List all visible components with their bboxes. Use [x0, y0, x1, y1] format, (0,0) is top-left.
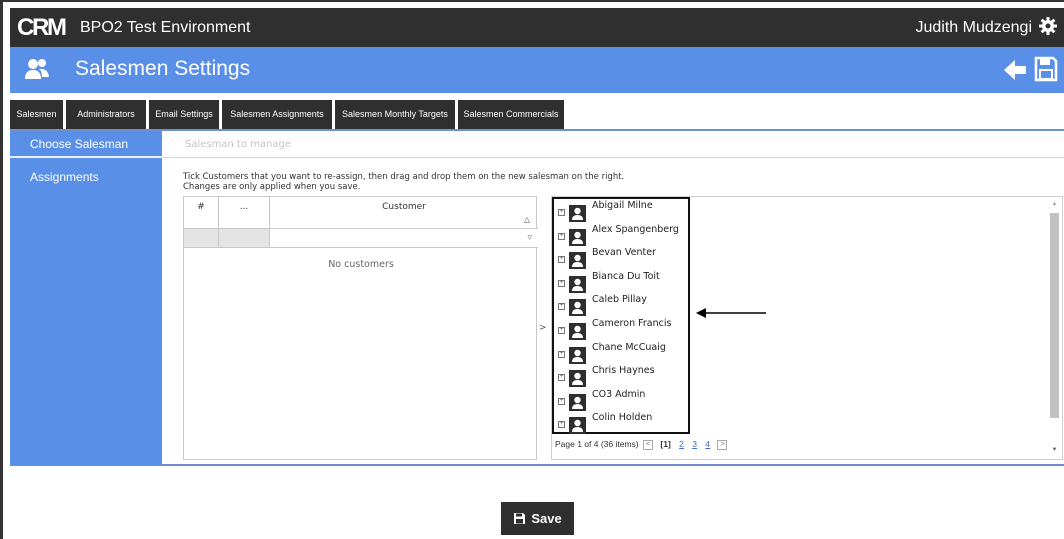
pager-page-link[interactable]: 2: [679, 439, 684, 449]
user-avatar-icon: [569, 370, 586, 388]
pager-current-page: [1]: [660, 439, 671, 449]
salesman-tree-item[interactable]: + Chane McCuaig: [554, 341, 688, 364]
tab-salesmen-assignments[interactable]: Salesmen Assignments: [222, 100, 332, 129]
tab-salesmen-monthly-targets[interactable]: Salesmen Monthly Targets: [335, 100, 455, 129]
user-avatar-icon: [569, 346, 586, 364]
salesman-search-input[interactable]: [162, 131, 562, 158]
filter-icon[interactable]: ▿: [527, 232, 532, 243]
annotation-arrow-icon: [696, 308, 766, 318]
salesman-input-row: [162, 131, 1064, 158]
pager-summary: Page 1 of 4 (36 items): [555, 439, 639, 449]
tab-salesmen[interactable]: Salesmen: [10, 100, 63, 129]
expand-icon[interactable]: +: [558, 303, 565, 311]
expand-icon[interactable]: +: [558, 350, 565, 358]
instructions-text: Tick Customers that you want to re-assig…: [183, 172, 624, 192]
column-header-number: #: [184, 197, 219, 229]
customer-grid: # ... Customer △ ▿ No customers: [183, 196, 538, 460]
save-button[interactable]: Save: [501, 502, 574, 535]
filter-cell-number: [184, 229, 219, 248]
svg-text:M: M: [47, 14, 67, 41]
salesman-name: Cameron Francis: [592, 318, 672, 329]
pager-next-icon[interactable]: >: [717, 439, 728, 450]
crm-logo-icon: C R M: [17, 14, 67, 41]
salesman-tree-item[interactable]: + Abigail Milne: [554, 199, 688, 222]
user-avatar-icon: [569, 275, 586, 293]
user-avatar-icon: [569, 417, 586, 435]
salesman-name: Chris Haynes: [592, 365, 655, 377]
salesman-tree-item[interactable]: + Colin Holden: [554, 411, 688, 435]
salesman-tree-item[interactable]: + Caleb Pillay: [554, 293, 688, 317]
back-arrow-icon[interactable]: [1002, 58, 1028, 82]
expand-icon[interactable]: +: [558, 397, 565, 405]
salesman-tree-item[interactable]: + Bevan Venter: [554, 246, 688, 270]
sidebar-item-choose-salesman[interactable]: Choose Salesman: [10, 131, 162, 158]
save-icon[interactable]: [1034, 56, 1058, 82]
customer-filter-input[interactable]: ▿: [270, 229, 538, 248]
user-avatar-icon: [569, 299, 586, 317]
user-name[interactable]: Judith Mudzengi: [915, 19, 1032, 37]
empty-grid-message: No customers: [328, 259, 394, 270]
sidebar: Choose Salesman Assignments: [10, 131, 162, 466]
tab-bar: Salesmen Administrators Email Settings S…: [10, 93, 1064, 131]
salesman-name: Chane McCuaig: [592, 341, 666, 353]
floppy-icon: [514, 513, 526, 524]
tab-email-settings[interactable]: Email Settings: [149, 100, 219, 129]
salesman-tree-item[interactable]: + CO3 Admin: [554, 388, 688, 411]
user-avatar-icon: [569, 205, 586, 222]
scroll-up-icon[interactable]: ▲: [1050, 201, 1059, 209]
expand-icon[interactable]: +: [558, 327, 565, 334]
salesman-name: Bianca Du Toit: [592, 270, 660, 282]
page-title: Salesmen Settings: [75, 57, 251, 80]
instructions-line-1: Tick Customers that you want to re-assig…: [183, 172, 625, 182]
salesman-name: Caleb Pillay: [592, 294, 647, 306]
salesman-tree-item[interactable]: + Chris Haynes: [554, 364, 688, 388]
instructions-line-2: Changes are only applied when you save.: [183, 182, 361, 192]
column-header-options[interactable]: ...: [219, 197, 270, 229]
tree-scrollbar[interactable]: ▲ ▼: [1050, 201, 1059, 455]
sidebar-item-assignments[interactable]: Assignments: [10, 164, 162, 191]
sort-arrow-icon[interactable]: △: [524, 215, 530, 224]
app-title: BPO2 Test Environment: [80, 19, 251, 36]
expand-icon[interactable]: +: [558, 232, 565, 240]
filter-cell-options: [219, 229, 270, 248]
scroll-down-icon[interactable]: ▼: [1050, 447, 1059, 455]
expand-icon[interactable]: +: [558, 209, 565, 216]
pager: Page 1 of 4 (36 items) < [1] 2 3 4 >: [555, 439, 729, 450]
tab-salesmen-commercials[interactable]: Salesmen Commercials: [458, 100, 564, 129]
salesman-name: Colin Holden: [592, 412, 653, 424]
salesman-name: CO3 Admin: [592, 388, 646, 400]
salesman-tree-item[interactable]: + Alex Spangenberg: [554, 223, 688, 246]
users-icon: [25, 59, 49, 79]
salesman-name: Bevan Venter: [592, 247, 656, 259]
salesman-name: Alex Spangenberg: [592, 223, 679, 235]
user-avatar-icon: [569, 228, 586, 246]
user-avatar-icon: [569, 323, 586, 340]
pager-page-link[interactable]: 4: [705, 439, 710, 449]
drop-target-arrow: >: [539, 323, 547, 333]
pager-prev-icon[interactable]: <: [643, 439, 654, 450]
top-bar: C R M BPO2 Test Environment Judith Mudze…: [10, 8, 1064, 47]
column-header-customer-label: Customer: [382, 202, 426, 212]
gear-icon[interactable]: [1038, 16, 1058, 36]
expand-icon[interactable]: +: [558, 279, 565, 287]
pager-page-link[interactable]: 3: [692, 439, 697, 449]
tab-administrators[interactable]: Administrators: [66, 100, 146, 129]
expand-icon[interactable]: +: [558, 421, 565, 429]
salesman-tree-list: + Abigail Milne + Alex Spangenberg + Bevan Ve…: [552, 197, 690, 435]
assignments-panel: Tick Customers that you want to re-assig…: [162, 159, 1064, 466]
user-avatar-icon: [569, 393, 586, 411]
salesman-tree-item[interactable]: + Cameron Francis: [554, 317, 688, 340]
expand-icon[interactable]: +: [558, 256, 565, 264]
expand-icon[interactable]: +: [558, 374, 565, 382]
page-header: Salesmen Settings: [10, 47, 1064, 93]
salesman-name: Abigail Milne: [592, 200, 653, 211]
save-button-label: Save: [531, 511, 562, 526]
scroll-thumb[interactable]: [1050, 213, 1059, 418]
column-header-customer[interactable]: Customer △: [270, 197, 538, 229]
salesman-tree-panel: + Abigail Milne + Alex Spangenberg + Bevan Ve…: [551, 196, 1063, 460]
user-avatar-icon: [569, 252, 586, 270]
salesman-tree-item[interactable]: + Bianca Du Toit: [554, 270, 688, 293]
